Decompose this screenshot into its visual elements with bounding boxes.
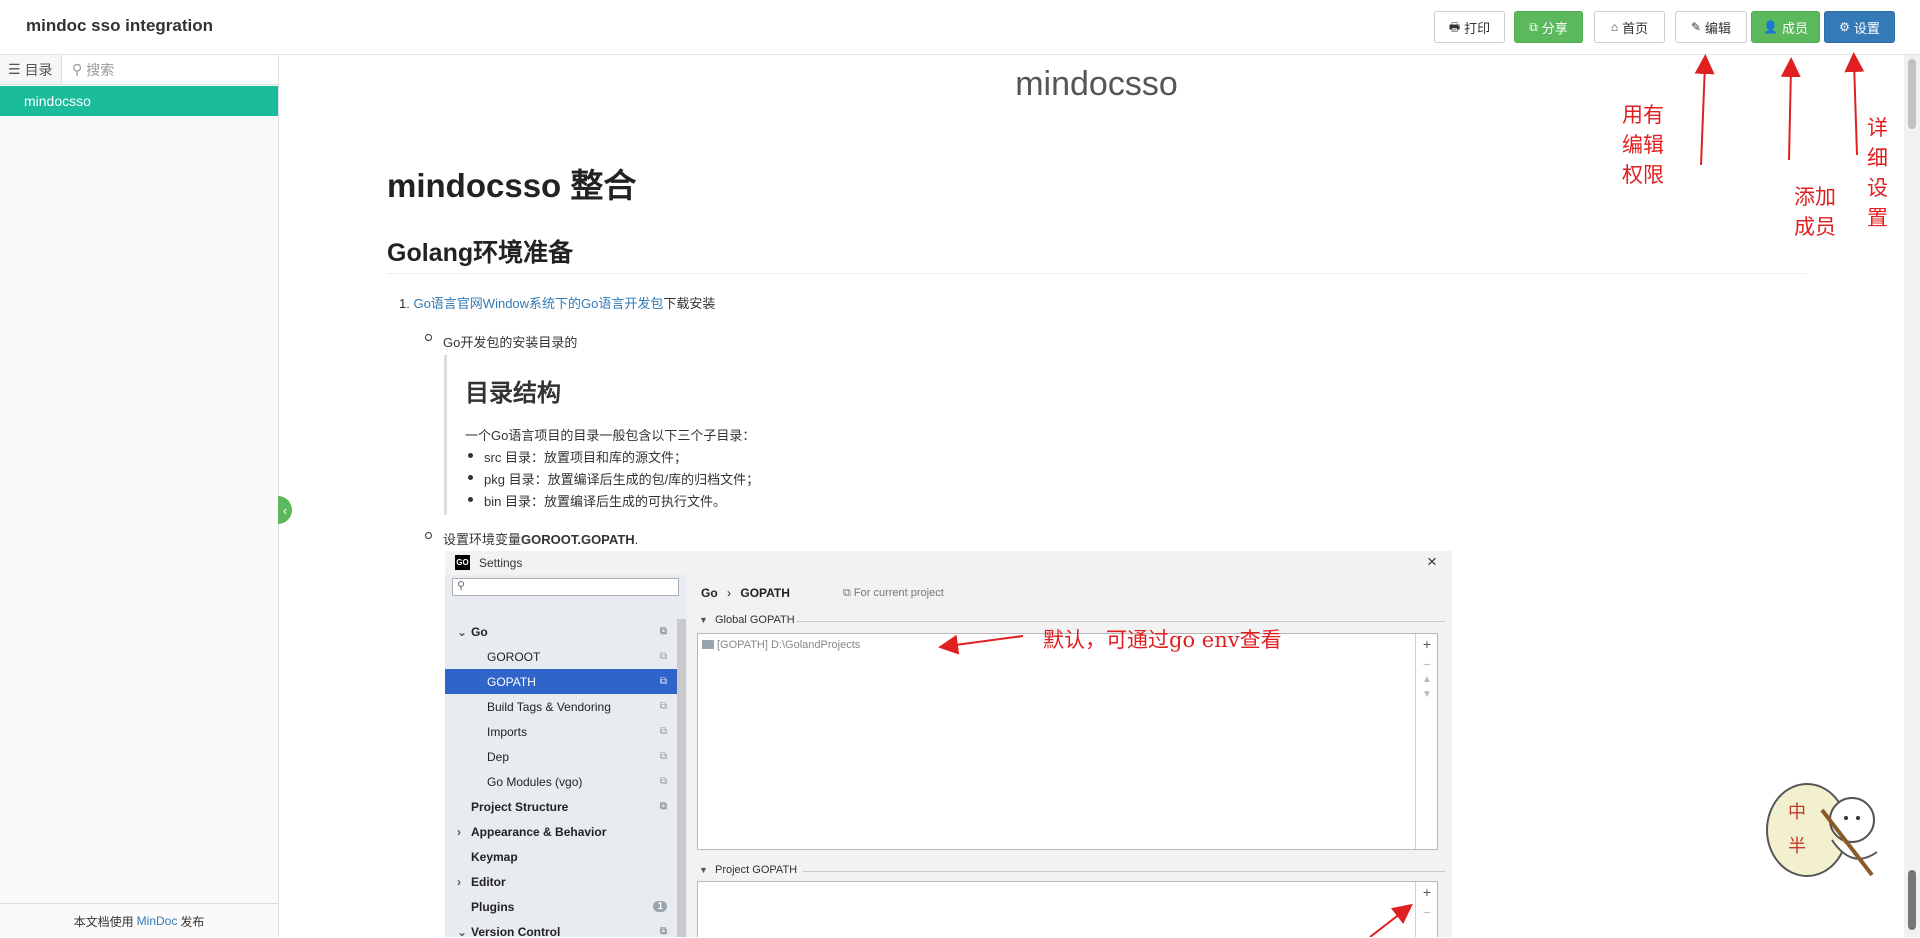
annotation-member-note: 添加 成员	[1794, 185, 1836, 239]
mascot-icon: 中 半	[1766, 783, 1878, 877]
svg-text:中: 中	[1788, 802, 1806, 823]
annotation-arrow	[1694, 54, 1715, 166]
svg-text:半: 半	[1788, 836, 1806, 857]
annotation-arrow	[938, 634, 1024, 655]
page-scrollbar[interactable]	[1904, 55, 1920, 937]
mascot-sticker: 中 半	[1762, 780, 1886, 880]
annotation-arrow	[1844, 52, 1865, 156]
annotation-arrow	[1780, 57, 1801, 161]
annotation-edit-note: 用有 编辑 权限	[1622, 103, 1664, 187]
annotation-settings-note: 详 细 设 置	[1867, 116, 1888, 230]
scrollbar-thumb[interactable]	[1908, 870, 1916, 930]
annotation-arrow	[1369, 903, 1413, 937]
annotation-gopath-note: 默认，可通过go env查看	[1043, 628, 1282, 652]
scrollbar-thumb[interactable]	[1908, 59, 1916, 129]
